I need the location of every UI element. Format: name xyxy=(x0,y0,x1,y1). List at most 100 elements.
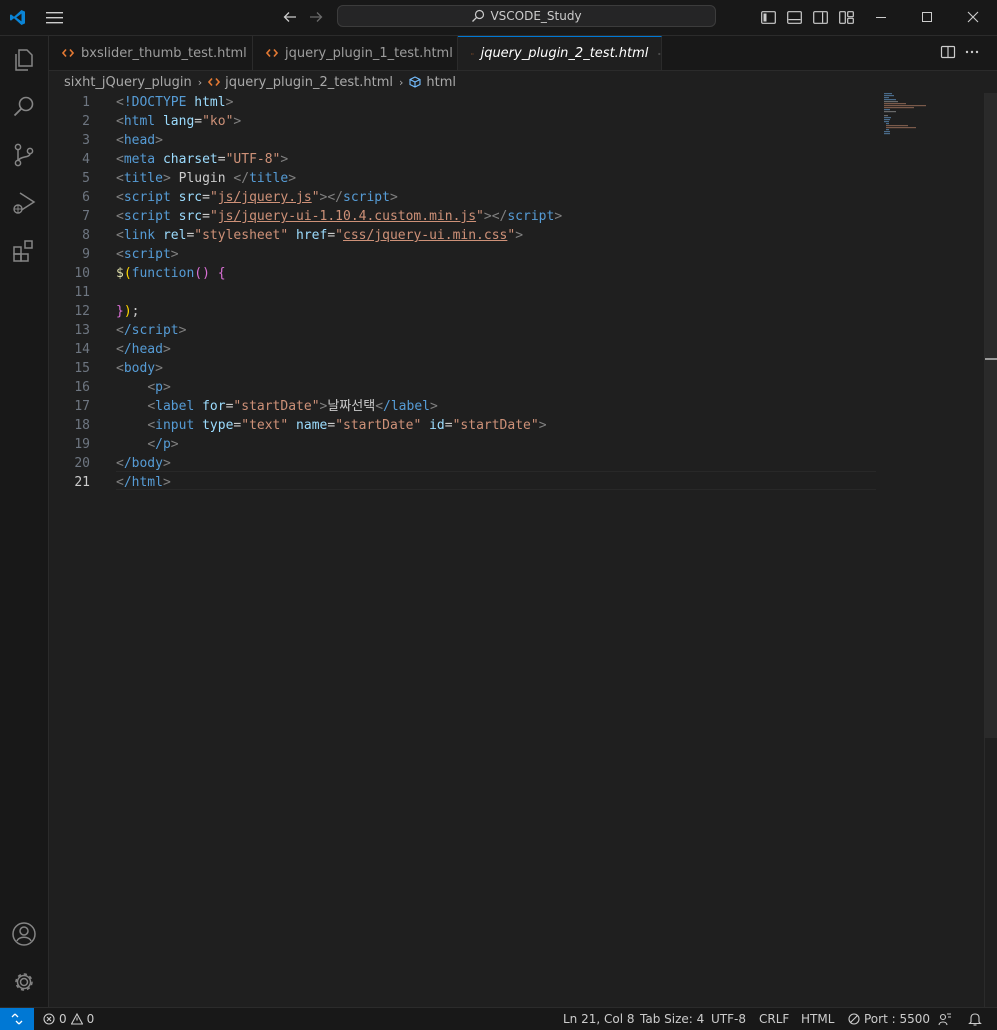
line-number: 20 xyxy=(74,456,90,471)
line-number: 3 xyxy=(82,133,90,148)
code-line: 3 <head> xyxy=(49,131,876,150)
menu-icon[interactable] xyxy=(46,10,63,25)
code-line: 12}); xyxy=(49,302,876,321)
editor-tabs: bxslider_thumb_test.html jquery_plugin_1… xyxy=(49,36,997,71)
problems-indicator[interactable]: 0 0 xyxy=(43,1011,94,1027)
search-icon xyxy=(472,9,485,22)
code-line: 20 </body> xyxy=(49,454,876,473)
line-number: 19 xyxy=(74,437,90,452)
code-line: 2 <html lang="ko"> xyxy=(49,112,876,131)
symbol-icon xyxy=(409,76,421,88)
explorer-icon[interactable] xyxy=(11,47,37,73)
line-number: 10 xyxy=(74,266,90,281)
toggle-panel-icon[interactable] xyxy=(787,10,802,25)
code-line: 5 <title> Plugin </title> xyxy=(49,169,876,188)
manage-gear-icon[interactable] xyxy=(11,969,37,995)
language-mode[interactable]: HTML xyxy=(801,1011,834,1027)
code-line: 6 <script src="js/jquery.js"></script> xyxy=(49,188,876,207)
run-debug-icon[interactable] xyxy=(11,190,37,216)
html-file-icon xyxy=(208,77,221,87)
scrollbar-thumb[interactable] xyxy=(985,93,997,738)
end-of-line[interactable]: CRLF xyxy=(759,1011,789,1027)
split-editor-icon[interactable] xyxy=(940,44,956,60)
tab-size[interactable]: Tab Size: 4 xyxy=(640,1011,704,1027)
warning-count: 0 xyxy=(86,1012,95,1026)
toggle-primary-sidebar-icon[interactable] xyxy=(761,10,776,25)
customize-layout-icon[interactable] xyxy=(839,10,854,25)
code-editor[interactable]: 1 <!DOCTYPE html> 2 <html lang="ko"> 3 <hea… xyxy=(49,93,984,1007)
line-number: 11 xyxy=(74,285,90,300)
line-number: 7 xyxy=(82,209,90,224)
line-number: 13 xyxy=(74,323,90,338)
code-line: 9 <script> xyxy=(49,245,876,264)
code-line: 10 $(function() { xyxy=(49,264,876,283)
code-line: 8 <link rel="stylesheet" href="css/jquery… xyxy=(49,226,876,245)
line-number: 6 xyxy=(82,190,90,205)
tab-label: jquery_plugin_2_test.html xyxy=(480,46,649,61)
code-line: 21 </html> xyxy=(49,473,876,492)
line-number: 21 xyxy=(74,475,90,490)
tab-bxslider-thumb-test[interactable]: bxslider_thumb_test.html xyxy=(49,36,253,70)
error-count: 0 xyxy=(59,1012,67,1026)
code-line: 16 <p> xyxy=(49,378,876,397)
editor-scrollbar[interactable] xyxy=(984,93,997,1007)
line-number: 2 xyxy=(82,114,90,129)
extensions-icon[interactable] xyxy=(11,238,37,264)
arrow-left-icon[interactable] xyxy=(282,9,298,25)
html-file-icon xyxy=(471,52,474,55)
activity-bar xyxy=(0,36,49,1007)
encoding[interactable]: UTF-8 xyxy=(711,1011,746,1027)
tab-jquery-plugin-2-test[interactable]: jquery_plugin_2_test.html xyxy=(458,36,662,70)
command-center-search[interactable]: VSCODE_Study xyxy=(337,5,716,27)
status-bar: 0 0 Ln 21, Col 8 Tab Size: 4 UTF-8 CRLF … xyxy=(0,1007,997,1030)
live-server-port[interactable]: Port : 5500 xyxy=(848,1011,930,1027)
chevron-right-icon: › xyxy=(398,75,404,89)
vscode-logo-icon xyxy=(10,10,25,25)
code-line: 15 <body> xyxy=(49,359,876,378)
breadcrumb-symbol[interactable]: html xyxy=(426,75,456,90)
arrow-right-icon[interactable] xyxy=(308,9,324,25)
line-number: 4 xyxy=(82,152,90,167)
breadcrumb-folder[interactable]: sixht_jQuery_plugin xyxy=(64,75,192,90)
code-line: 13 </script> xyxy=(49,321,876,340)
chevron-right-icon: › xyxy=(197,75,203,89)
code-line: 17 <label for="startDate">날짜선택</label> xyxy=(49,397,876,416)
breadcrumb: sixht_jQuery_plugin › jquery_plugin_2_te… xyxy=(49,71,997,93)
line-number: 14 xyxy=(74,342,90,357)
tab-label: jquery_plugin_1_test.html xyxy=(285,45,453,61)
remote-indicator[interactable] xyxy=(0,1008,34,1030)
line-number: 17 xyxy=(74,399,90,414)
html-file-icon xyxy=(266,48,278,58)
tab-jquery-plugin-1-test[interactable]: jquery_plugin_1_test.html xyxy=(253,36,458,70)
tab-label: bxslider_thumb_test.html xyxy=(81,45,247,61)
search-label: VSCODE_Study xyxy=(490,9,582,23)
bell-icon[interactable] xyxy=(968,1011,982,1027)
code-line: 4 <meta charset="UTF-8"> xyxy=(49,150,876,169)
title-bar: VSCODE_Study xyxy=(0,0,997,36)
cursor-position[interactable]: Ln 21, Col 8 xyxy=(563,1011,635,1027)
feedback-icon[interactable] xyxy=(938,1011,952,1027)
minimap[interactable] xyxy=(884,93,944,138)
line-number: 9 xyxy=(82,247,90,262)
breadcrumb-file[interactable]: jquery_plugin_2_test.html xyxy=(225,75,393,90)
accounts-icon[interactable] xyxy=(11,921,37,947)
warning-icon xyxy=(70,1013,83,1025)
code-line: 1 <!DOCTYPE html> xyxy=(49,93,876,112)
code-line: 18 <input type="text" name="startDate" i… xyxy=(49,416,876,435)
source-control-icon[interactable] xyxy=(11,142,37,168)
minimize-icon[interactable] xyxy=(872,8,890,26)
cursor-position-marker xyxy=(985,358,997,360)
maximize-icon[interactable] xyxy=(918,8,936,26)
port-label: Port : 5500 xyxy=(864,1012,930,1026)
close-icon[interactable] xyxy=(658,48,661,60)
code-line: 11 xyxy=(49,283,876,302)
port-icon xyxy=(848,1013,860,1025)
toggle-secondary-sidebar-icon[interactable] xyxy=(813,10,828,25)
html-file-icon xyxy=(62,48,74,58)
search-view-icon[interactable] xyxy=(11,94,37,120)
error-icon xyxy=(43,1013,55,1025)
line-number: 18 xyxy=(74,418,90,433)
more-actions-icon[interactable] xyxy=(964,44,980,60)
line-number: 15 xyxy=(74,361,90,376)
close-window-icon[interactable] xyxy=(964,8,982,26)
